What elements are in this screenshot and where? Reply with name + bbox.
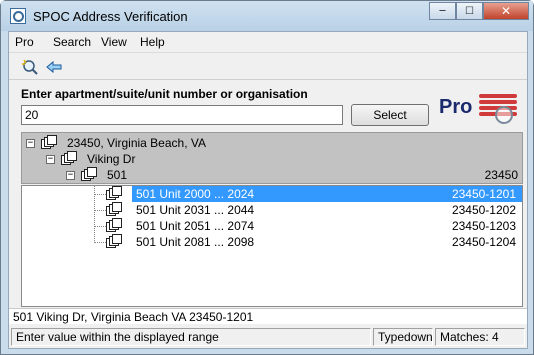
hierarchy-label: 501 xyxy=(107,168,128,182)
menu-bar: Pro Search View Help xyxy=(9,32,527,53)
maximize-button[interactable]: ☐ xyxy=(456,2,483,20)
result-row[interactable]: 501 Unit 2031 ... 2044 23450-1202 xyxy=(22,202,522,218)
result-range: 501 Unit 2000 ... 2024 xyxy=(134,187,257,202)
hierarchy-row[interactable]: − Viking Dr xyxy=(46,151,522,167)
result-zip: 23450-1201 xyxy=(451,187,516,201)
address-node-icon xyxy=(106,234,122,249)
title-bar[interactable]: SPOC Address Verification ─ ☐ ✕ xyxy=(1,1,533,31)
pro-logo: Pro xyxy=(437,90,527,130)
address-node-icon xyxy=(106,186,122,201)
hierarchy-label: 23450, Virginia Beach, VA xyxy=(67,136,206,150)
address-node-icon xyxy=(41,135,57,150)
hierarchy-row[interactable]: − 23450, Virginia Beach, VA xyxy=(26,135,522,151)
result-range: 501 Unit 2051 ... 2074 xyxy=(136,219,255,233)
results-list[interactable]: 501 Unit 2000 ... 2024 23450-1201 501 Un… xyxy=(21,185,523,307)
collapse-icon[interactable]: − xyxy=(46,154,55,164)
status-matches: Matches: 4 xyxy=(435,328,525,346)
address-node-icon xyxy=(106,218,122,233)
status-bar: Enter value within the displayed range T… xyxy=(9,326,527,347)
address-node-icon xyxy=(61,151,77,166)
result-row[interactable]: 501 Unit 2051 ... 2074 23450-1203 xyxy=(22,218,522,234)
collapse-icon[interactable]: − xyxy=(66,170,75,180)
result-row[interactable]: 501 Unit 2081 ... 2098 23450-1204 xyxy=(22,234,522,250)
select-button[interactable]: Select xyxy=(351,104,429,126)
status-mode: Typedown xyxy=(373,328,433,346)
apartment-prompt: Enter apartment/suite/unit number or org… xyxy=(21,87,308,101)
result-zip: 23450-1204 xyxy=(451,235,516,249)
app-window: SPOC Address Verification ─ ☐ ✕ Pro Sear… xyxy=(0,0,534,355)
status-message: Enter value within the displayed range xyxy=(11,328,371,346)
menu-search[interactable]: Search xyxy=(53,35,91,49)
result-row[interactable]: 501 Unit 2000 ... 2024 23450-1201 xyxy=(22,186,522,202)
address-hierarchy: − 23450, Virginia Beach, VA − Viking Dr … xyxy=(21,132,523,184)
menu-view[interactable]: View xyxy=(101,35,127,49)
window-title: SPOC Address Verification xyxy=(33,9,188,24)
toolbar xyxy=(9,54,527,80)
menu-help[interactable]: Help xyxy=(140,35,165,49)
minimize-button[interactable]: ─ xyxy=(429,2,456,20)
close-button[interactable]: ✕ xyxy=(483,2,529,20)
hierarchy-label: Viking Dr xyxy=(87,152,136,166)
result-zip: 23450-1202 xyxy=(451,203,516,217)
collapse-icon[interactable]: − xyxy=(26,138,35,148)
menu-pro[interactable]: Pro xyxy=(15,35,34,49)
back-arrow-icon[interactable] xyxy=(44,58,64,76)
client-area: Pro Search View Help Enter apartment/sui… xyxy=(8,31,528,349)
hierarchy-postcode: 23450 xyxy=(484,168,518,182)
hierarchy-row[interactable]: − 501 23450 xyxy=(66,167,522,183)
selected-address: 501 Viking Dr, Virginia Beach VA 23450-1… xyxy=(9,308,527,324)
search-icon[interactable] xyxy=(20,58,40,76)
result-zip: 23450-1203 xyxy=(451,219,516,233)
app-icon xyxy=(10,8,26,24)
apartment-input[interactable] xyxy=(21,105,343,125)
address-node-icon xyxy=(81,167,97,182)
result-range: 501 Unit 2031 ... 2044 xyxy=(136,203,255,217)
address-node-icon xyxy=(106,202,122,217)
magnifier-icon xyxy=(495,106,513,124)
result-range: 501 Unit 2081 ... 2098 xyxy=(136,235,255,249)
logo-text: Pro xyxy=(439,96,473,118)
